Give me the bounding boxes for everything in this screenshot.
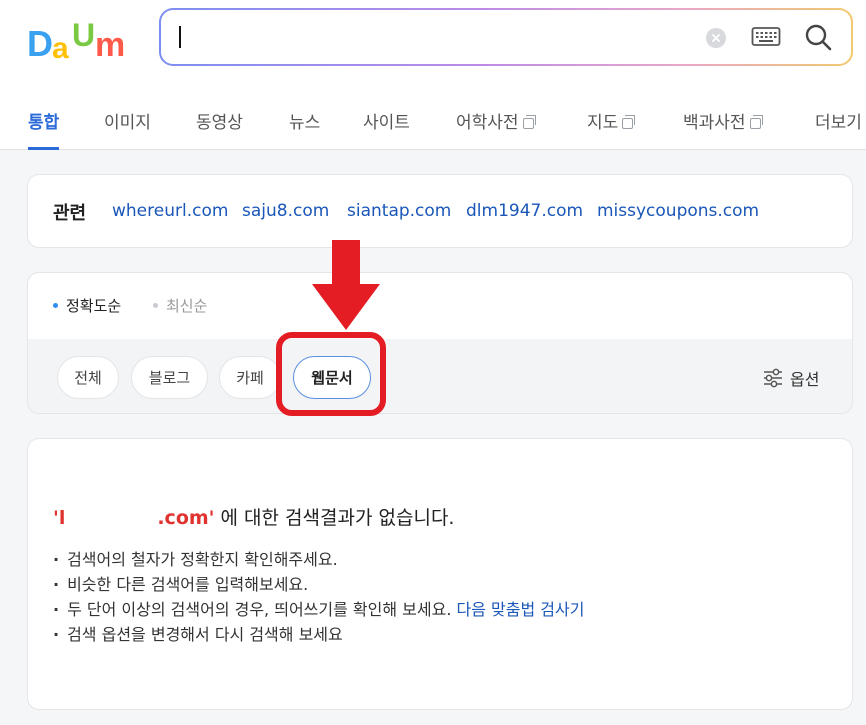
- tab-label: 지도: [587, 113, 619, 133]
- option-button[interactable]: 옵션: [762, 366, 819, 390]
- clear-icon[interactable]: [706, 28, 726, 48]
- tab-videos[interactable]: 동영상: [196, 92, 243, 149]
- sort-label: 최신순: [166, 297, 208, 315]
- option-label: 옵션: [790, 370, 820, 389]
- search-tabs: 통합 이미지 동영상 뉴스 사이트 어학사전 지도 백과사전 더보기: [0, 92, 866, 150]
- suggestion-text: 두 단어 이상의 검색어의 경우, 띄어쓰기를 확인해 보세요.: [67, 600, 457, 619]
- collection-chip-row: 전체 블로그 카페 웹문서 옵션: [28, 339, 852, 413]
- suggestion-item: 검색어의 철자가 정확한지 확인해주세요.: [53, 547, 584, 572]
- spell-checker-link[interactable]: 다음 맞춤법 검사기: [457, 600, 585, 619]
- suggestion-item: 두 단어 이상의 검색어의 경우, 띄어쓰기를 확인해 보세요. 다음 맞춤법 …: [53, 597, 584, 622]
- tab-more[interactable]: 더보기: [815, 92, 862, 149]
- tab-label: 더보기: [815, 113, 862, 133]
- search-bar: [159, 8, 853, 66]
- tab-map[interactable]: 지도: [587, 92, 636, 149]
- search-input[interactable]: [161, 10, 851, 64]
- sort-latest[interactable]: 최신순: [153, 295, 207, 316]
- no-result-message: 'l .com' 에 대한 검색결과가 없습니다.: [53, 503, 454, 530]
- related-link[interactable]: dlm1947.com: [466, 201, 583, 221]
- sliders-icon: [764, 368, 782, 388]
- suggestion-text: 비슷한 다른 검색어를 입력해보세요.: [67, 575, 309, 594]
- chip-all[interactable]: 전체: [57, 356, 119, 399]
- suggestion-text: 검색어의 철자가 정확한지 확인해주세요.: [67, 550, 338, 569]
- no-result-text: 에 대한 검색결과가 없습니다.: [214, 507, 455, 529]
- tab-news[interactable]: 뉴스: [289, 92, 320, 149]
- tab-dictionary[interactable]: 어학사전: [456, 92, 536, 149]
- tab-label: 통합: [28, 113, 60, 133]
- inactive-dot-icon: [153, 303, 158, 308]
- daum-logo[interactable]: D a U m: [27, 16, 135, 62]
- tab-label: 백과사전: [683, 113, 746, 133]
- keyboard-icon[interactable]: [751, 26, 781, 48]
- suggestion-item: 검색 옵션을 변경해서 다시 검색해 보세요: [53, 622, 584, 647]
- sort-accuracy[interactable]: 정확도순: [53, 295, 121, 316]
- related-link[interactable]: siantap.com: [347, 201, 451, 221]
- tab-label: 뉴스: [289, 113, 321, 133]
- external-window-icon: [622, 115, 636, 129]
- tab-label: 이미지: [104, 113, 151, 133]
- logo-letter-a: a: [52, 32, 69, 62]
- chip-blog[interactable]: 블로그: [131, 356, 208, 399]
- results-card: 'l .com' 에 대한 검색결과가 없습니다. 검색어의 철자가 정확한지 확…: [27, 438, 853, 710]
- logo-letter-d: D: [27, 23, 53, 62]
- text-caret: [179, 26, 181, 48]
- red-arrow-annotation: [312, 240, 380, 330]
- query-prefix: 'l: [53, 507, 66, 529]
- filter-card: 정확도순 최신순 전체 블로그 카페 웹문서 옵션: [27, 272, 853, 414]
- active-dot-icon: [53, 303, 58, 308]
- tab-images[interactable]: 이미지: [104, 92, 151, 149]
- tab-encyclopedia[interactable]: 백과사전: [683, 92, 763, 149]
- sort-label: 정확도순: [66, 297, 122, 315]
- sort-row: 정확도순 최신순: [28, 273, 852, 339]
- chip-cafe[interactable]: 카페: [219, 356, 281, 399]
- suggestion-list: 검색어의 철자가 정확한지 확인해주세요. 비슷한 다른 검색어를 입력해보세요…: [53, 547, 584, 647]
- tab-label: 동영상: [196, 113, 243, 133]
- header: D a U m: [0, 0, 866, 92]
- related-title: 관련: [53, 203, 87, 224]
- search-icon[interactable]: [803, 22, 833, 52]
- external-window-icon: [522, 115, 536, 129]
- query-suffix: .com': [157, 507, 215, 529]
- tab-sites[interactable]: 사이트: [363, 92, 410, 149]
- suggestion-item: 비슷한 다른 검색어를 입력해보세요.: [53, 572, 584, 597]
- related-link[interactable]: whereurl.com: [112, 201, 228, 221]
- external-window-icon: [749, 115, 763, 129]
- tab-label: 사이트: [363, 113, 410, 133]
- related-card: 관련 whereurl.com saju8.com siantap.com dl…: [27, 174, 853, 248]
- red-highlight-box: [276, 332, 386, 416]
- tab-integrated[interactable]: 통합: [28, 92, 60, 150]
- tab-label: 어학사전: [456, 113, 519, 133]
- suggestion-text: 검색 옵션을 변경해서 다시 검색해 보세요: [67, 625, 343, 644]
- logo-letter-u: U: [72, 17, 95, 53]
- related-link[interactable]: missycoupons.com: [597, 201, 759, 221]
- related-link[interactable]: saju8.com: [242, 201, 329, 221]
- logo-letter-m: m: [95, 26, 125, 62]
